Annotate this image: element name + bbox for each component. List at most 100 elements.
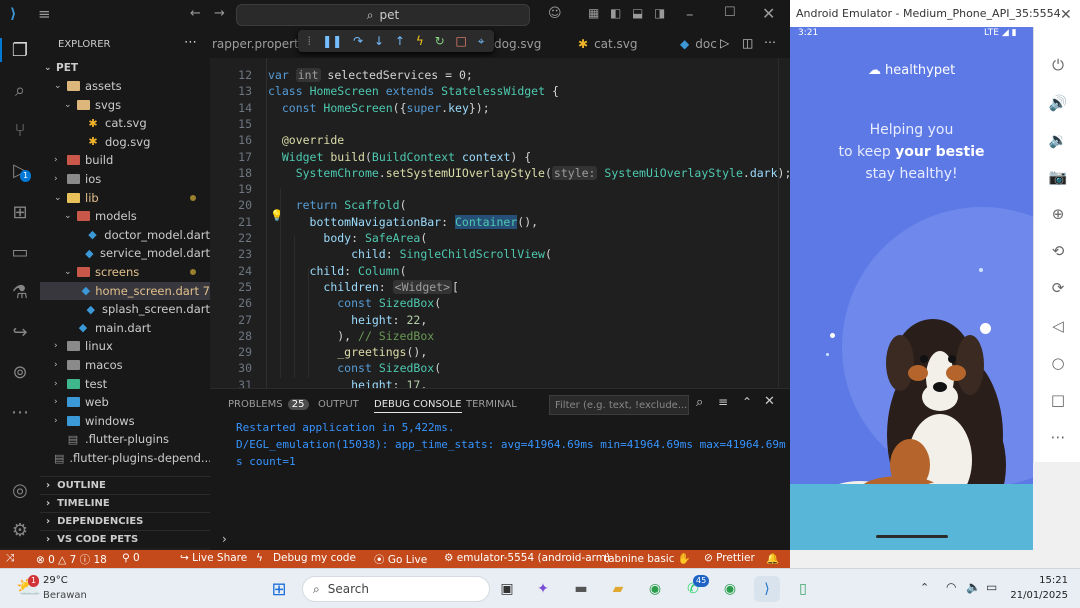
tree-item[interactable]: › build: [40, 151, 210, 169]
source-control-icon[interactable]: ⑂: [8, 118, 32, 142]
code-line[interactable]: const HomeScreen({super.key});: [268, 101, 490, 115]
clock-time[interactable]: 15:21: [1014, 575, 1068, 586]
prettier-status[interactable]: ⊘ Prettier: [704, 552, 755, 564]
tab-output[interactable]: OUTPUT: [318, 399, 359, 410]
tab-cat-svg[interactable]: ✱ cat.svg: [578, 30, 638, 58]
tree-item[interactable]: › linux: [40, 337, 210, 355]
explorer-icon[interactable]: ❐: [8, 38, 32, 62]
tab-doc[interactable]: ◆ doc: [680, 30, 717, 58]
console-filter-input[interactable]: Filter (e.g. text, !exclude...: [549, 395, 689, 415]
speaker-icon[interactable]: 🔈: [966, 580, 981, 594]
copilot-icon[interactable]: ✦: [530, 576, 556, 602]
extensions-icon[interactable]: ⊞: [8, 200, 32, 224]
start-icon[interactable]: ⊞: [266, 576, 292, 602]
battery-icon[interactable]: ▭: [986, 580, 997, 594]
code-line[interactable]: height: 17,: [268, 378, 427, 388]
section-vscode-pets[interactable]: › VS CODE PETS: [40, 530, 210, 548]
section-timeline[interactable]: › TIMELINE: [40, 494, 210, 512]
code-line[interactable]: _greetings(),: [268, 345, 427, 359]
split-editor-icon[interactable]: ◫: [742, 36, 753, 50]
account-icon[interactable]: ◎: [8, 478, 32, 502]
pause-icon[interactable]: ❚❚: [322, 34, 342, 48]
close-panel-icon[interactable]: ✕: [764, 394, 775, 409]
settings-gear-icon[interactable]: ⚙: [8, 518, 32, 542]
volume-up-icon[interactable]: 🔊: [1048, 93, 1068, 113]
testing-icon[interactable]: ⚗: [8, 280, 32, 304]
more-icon[interactable]: ⋯: [8, 400, 32, 424]
tree-root[interactable]: ⌄ PET: [40, 59, 210, 77]
clear-console-icon[interactable]: ≡: [718, 395, 728, 409]
tree-item[interactable]: ◆ service_model.dart: [40, 244, 210, 262]
tree-item[interactable]: ◆ doctor_model.dart: [40, 226, 210, 244]
section-outline[interactable]: › OUTLINE: [40, 476, 210, 494]
tray-chevron-icon[interactable]: ⌃: [920, 581, 929, 594]
forward-arrow-icon[interactable]: →: [214, 6, 225, 21]
tree-item[interactable]: ✱ cat.svg: [40, 114, 210, 132]
code-line[interactable]: body: SafeArea(: [268, 231, 427, 245]
code-line[interactable]: class HomeScreen extends StatelessWidget…: [268, 84, 559, 98]
explorer-more-icon[interactable]: ⋯: [184, 35, 197, 50]
tree-item[interactable]: ⌄ svgs: [40, 96, 210, 114]
code-line[interactable]: var int selectedServices = 0;: [268, 68, 473, 82]
notifications-icon[interactable]: 🔔: [766, 552, 779, 565]
remote-icon[interactable]: ⤨: [6, 552, 14, 565]
code-line[interactable]: SystemChrome.setSystemUIOverlayStyle(sty…: [268, 165, 790, 180]
folder-icon[interactable]: ▰: [605, 576, 631, 602]
filter-search-icon[interactable]: ⌕: [696, 395, 703, 410]
tree-item[interactable]: › web: [40, 393, 210, 411]
emulator-more-icon[interactable]: ⋯: [1048, 427, 1068, 447]
volume-down-icon[interactable]: 🔉: [1048, 130, 1068, 150]
hot-reload-icon[interactable]: ϟ: [416, 34, 424, 48]
run-debug-icon[interactable]: ▷ 1: [8, 158, 32, 182]
tab-terminal[interactable]: TERMINAL: [466, 399, 517, 410]
problems-status[interactable]: ⊗ 0 △ 7 ⓘ 18: [36, 552, 107, 567]
task-view-icon[interactable]: ▣: [494, 576, 520, 602]
weather-temp[interactable]: 29°C: [43, 575, 68, 586]
tree-item[interactable]: ◆ main.dart: [40, 319, 210, 337]
home-indicator[interactable]: [876, 535, 948, 538]
tab-dog-svg[interactable]: dog.svg: [494, 30, 541, 58]
toggle-secondary-sidebar-icon[interactable]: ◨: [654, 6, 665, 20]
minimize-icon[interactable]: –: [686, 5, 694, 23]
clock-date[interactable]: 21/01/2025: [1010, 590, 1068, 601]
step-out-icon[interactable]: ↑: [395, 34, 405, 48]
emulator-close-icon[interactable]: ✕: [1060, 7, 1072, 23]
tree-item[interactable]: › windows: [40, 412, 210, 430]
menu-icon[interactable]: ≡: [38, 5, 51, 23]
file-explorer-icon[interactable]: ▬: [568, 576, 594, 602]
code-line[interactable]: height: 22,: [268, 313, 427, 327]
maximize-icon[interactable]: ☐: [724, 5, 736, 20]
overview-icon[interactable]: □: [1048, 390, 1068, 410]
tree-item[interactable]: › ios: [40, 170, 210, 188]
tree-item[interactable]: › macos: [40, 356, 210, 374]
chrome-profile-icon[interactable]: ◉: [717, 576, 743, 602]
live-share-icon[interactable]: ↪: [8, 320, 32, 344]
run-icon[interactable]: ▷: [720, 36, 729, 50]
step-into-icon[interactable]: ↓: [374, 34, 384, 48]
code-line[interactable]: ), // SizedBox: [268, 329, 434, 343]
console-prompt-icon[interactable]: ›: [222, 532, 227, 546]
zoom-icon[interactable]: ⊕: [1048, 204, 1068, 224]
toggle-panel-icon[interactable]: ⬓: [632, 6, 643, 20]
code-line[interactable]: return Scaffold(: [268, 198, 407, 212]
remote-explorer-icon[interactable]: ▭: [8, 240, 32, 264]
tree-item[interactable]: ⌄ assets: [40, 77, 210, 95]
code-editor[interactable]: 💡 12 var int selectedServices = 0; 13 class…: [210, 58, 790, 388]
back-icon[interactable]: ◁: [1048, 316, 1068, 336]
phone-screen[interactable]: 3:21 LTE ◢ ▮ ☁ healthypet Helping you to…: [790, 27, 1033, 550]
wifi-icon[interactable]: ◠: [946, 580, 956, 594]
code-line[interactable]: child: SingleChildScrollView(: [268, 247, 552, 261]
tree-item[interactable]: ⌄ lib: [40, 189, 210, 207]
ports-status[interactable]: ⚲ 0: [122, 552, 140, 564]
code-line[interactable]: child: Column(: [268, 264, 407, 278]
toggle-sidebar-icon[interactable]: ◧: [610, 6, 621, 20]
close-icon[interactable]: ✕: [762, 4, 775, 23]
tree-item[interactable]: ▤ .flutter-plugins-depend...: [40, 449, 210, 467]
camera-icon[interactable]: 📷: [1048, 167, 1068, 187]
tab-debug-console[interactable]: DEBUG CONSOLE: [374, 399, 462, 413]
android-studio-icon[interactable]: ▯: [790, 576, 816, 602]
editor-scrollbar[interactable]: [778, 58, 786, 388]
section-dependencies[interactable]: › DEPENDENCIES: [40, 512, 210, 530]
tree-item[interactable]: ▤ .flutter-plugins: [40, 430, 210, 448]
tree-item[interactable]: ⌄ screens: [40, 263, 210, 281]
